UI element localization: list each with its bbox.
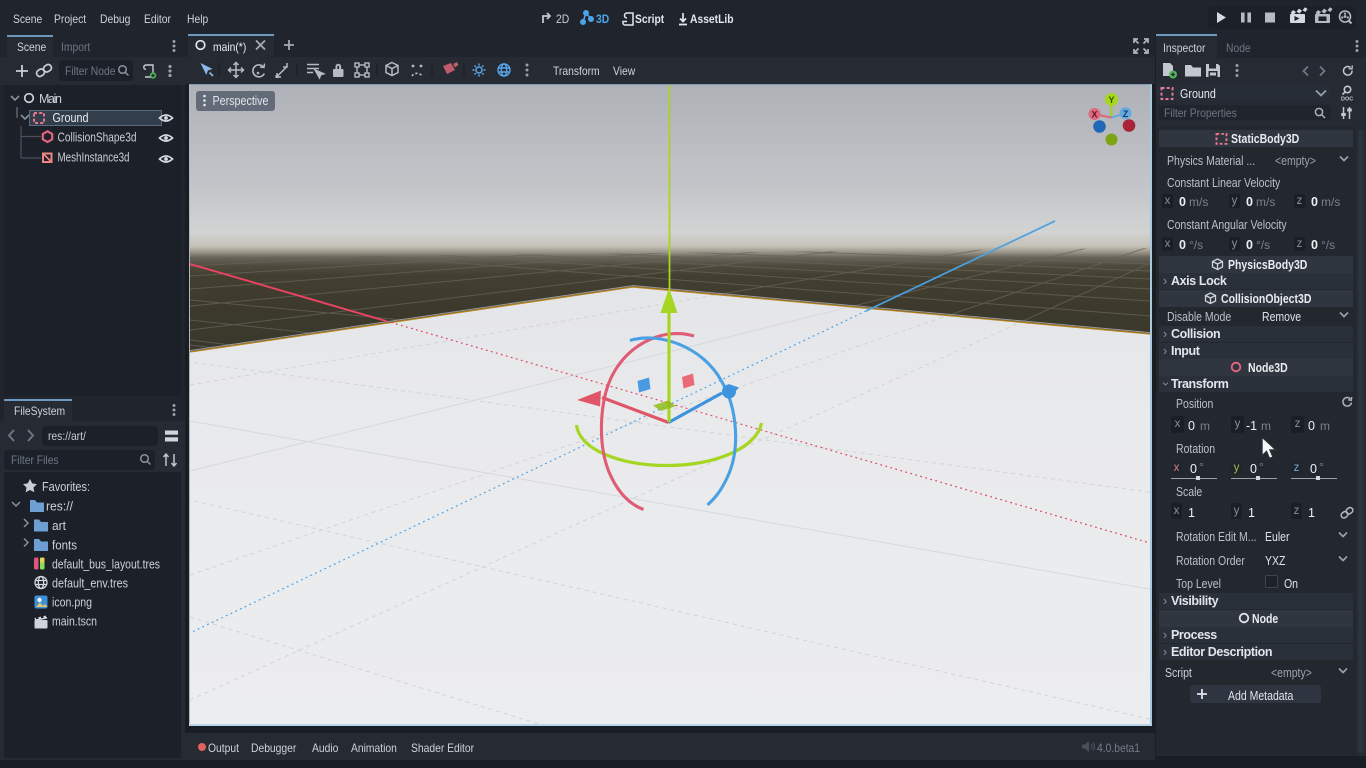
svg-text:X: X: [1091, 110, 1097, 120]
svg-text:main.tscn: main.tscn: [52, 615, 97, 629]
svg-text:Favorites:: Favorites:: [42, 480, 90, 494]
svg-text:icon.png: icon.png: [52, 596, 92, 610]
svg-text:Z: Z: [1123, 109, 1129, 119]
svg-text:Main: Main: [39, 92, 62, 106]
svg-text:res://: res://: [46, 500, 73, 514]
svg-text:default_bus_layout.tres: default_bus_layout.tres: [52, 558, 160, 572]
svg-text:fonts: fonts: [52, 539, 77, 553]
svg-text:Perspective: Perspective: [213, 94, 269, 108]
svg-text:MeshInstance3d: MeshInstance3d: [58, 151, 130, 165]
svg-text:default_env.tres: default_env.tres: [52, 577, 128, 591]
svg-text:art: art: [52, 519, 66, 533]
svg-text:Y: Y: [1108, 95, 1114, 105]
svg-text:CollisionShape3d: CollisionShape3d: [58, 131, 137, 145]
svg-text:DOC: DOC: [1341, 97, 1353, 102]
svg-text:Ground: Ground: [53, 111, 89, 125]
